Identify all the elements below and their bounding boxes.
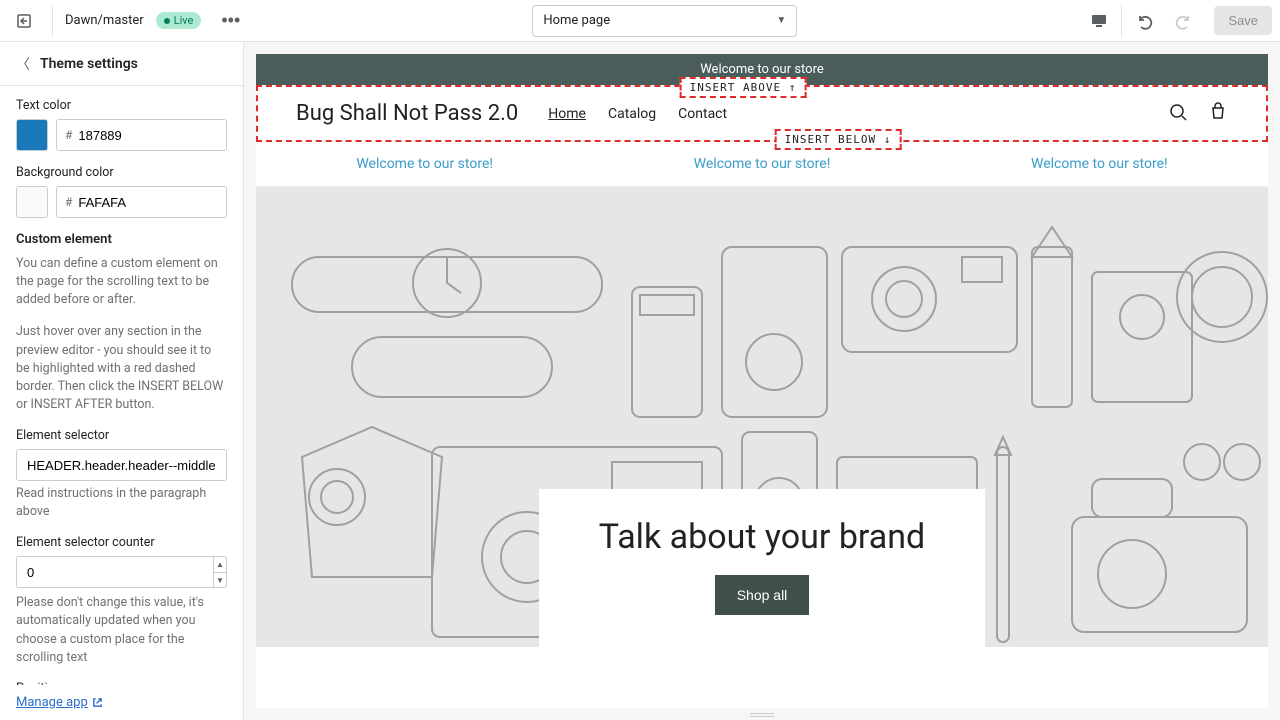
hero-card: Talk about your brand Shop all	[539, 489, 985, 647]
custom-element-heading: Custom element	[16, 232, 227, 247]
nav-contact[interactable]: Contact	[678, 106, 727, 122]
marquee-item: Welcome to our store!	[1031, 156, 1168, 172]
help-text-1: You can define a custom element on the p…	[16, 255, 227, 309]
text-color-swatch[interactable]	[16, 119, 48, 151]
shop-all-button[interactable]: Shop all	[715, 575, 810, 615]
bg-color-input[interactable]: #	[56, 186, 227, 218]
hero-title: Talk about your brand	[599, 517, 925, 557]
live-badge: Live	[156, 12, 202, 29]
text-color-label: Text color	[16, 98, 227, 113]
counter-input[interactable]	[17, 557, 213, 587]
bg-color-swatch[interactable]	[16, 186, 48, 218]
marquee-item: Welcome to our store!	[694, 156, 831, 172]
insert-below-button[interactable]: INSERT BELOW ↓	[775, 129, 902, 150]
preview-canvas[interactable]: Welcome to our store INSERT ABOVE ↑ Bug …	[256, 54, 1268, 708]
nav-home[interactable]: Home	[548, 106, 586, 122]
cart-icon[interactable]	[1208, 102, 1228, 126]
back-arrow-icon[interactable]: 〈	[16, 54, 30, 74]
step-down-button[interactable]: ▼	[214, 573, 226, 588]
search-icon[interactable]	[1168, 102, 1188, 126]
undo-button[interactable]	[1126, 3, 1162, 39]
manage-app-link[interactable]: Manage app	[16, 695, 103, 710]
hero-section: Talk about your brand Shop all	[256, 187, 1268, 647]
counter-label: Element selector counter	[16, 535, 227, 550]
selector-help: Read instructions in the paragraph above	[16, 485, 227, 521]
resize-handle[interactable]	[742, 712, 782, 718]
exit-button[interactable]	[8, 5, 40, 37]
help-text-2: Just hover over any section in the previ…	[16, 323, 227, 414]
bg-color-label: Background color	[16, 165, 227, 180]
hash-prefix: #	[65, 128, 72, 142]
redo-icon	[1175, 12, 1193, 30]
bg-color-field[interactable]	[78, 195, 218, 210]
step-up-button[interactable]: ▲	[214, 557, 226, 573]
undo-icon	[1135, 12, 1153, 30]
exit-icon	[16, 13, 32, 29]
selector-label: Element selector	[16, 428, 227, 443]
nav-catalog[interactable]: Catalog	[608, 106, 656, 122]
theme-name: Dawn/master	[65, 13, 144, 28]
insert-above-button[interactable]: INSERT ABOVE ↑	[680, 77, 807, 98]
highlighted-section[interactable]: INSERT ABOVE ↑ Bug Shall Not Pass 2.0 Ho…	[256, 85, 1268, 142]
manage-app-label: Manage app	[16, 695, 88, 710]
viewport-desktop-button[interactable]	[1081, 3, 1117, 39]
marquee-item: Welcome to our store!	[356, 156, 493, 172]
divider	[52, 5, 53, 37]
desktop-icon	[1090, 12, 1108, 30]
more-button[interactable]: •••	[213, 6, 248, 35]
text-color-field[interactable]	[78, 128, 218, 143]
external-link-icon	[92, 697, 103, 708]
sidebar-title: Theme settings	[40, 56, 138, 72]
counter-help: Please don't change this value, it's aut…	[16, 594, 227, 667]
page-selector[interactable]: Home page ▼	[532, 5, 797, 37]
chevron-down-icon: ▼	[776, 15, 786, 26]
redo-button[interactable]	[1166, 3, 1202, 39]
marquee-row: Welcome to our store! Welcome to our sto…	[256, 142, 1268, 187]
store-brand: Bug Shall Not Pass 2.0	[296, 101, 518, 126]
page-selector-label: Home page	[543, 13, 610, 28]
save-button[interactable]: Save	[1214, 6, 1272, 35]
hash-prefix: #	[65, 195, 72, 209]
text-color-input[interactable]: #	[56, 119, 227, 151]
selector-input[interactable]	[16, 449, 227, 481]
divider	[1121, 5, 1122, 37]
